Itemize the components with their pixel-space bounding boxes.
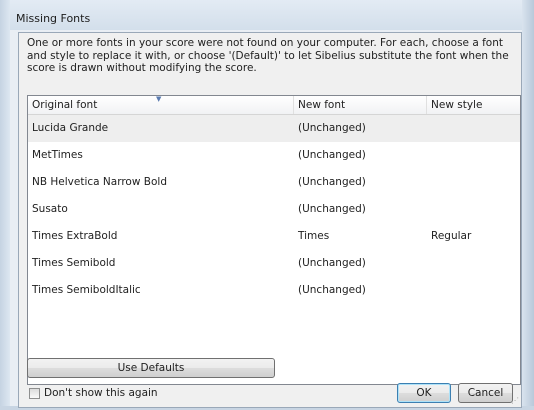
fonts-table[interactable]: Original font ▼ New font New style Lucid… [27, 95, 521, 385]
cell-new-style[interactable] [427, 169, 431, 196]
table-row[interactable]: Lucida Grande (Unchanged) [28, 115, 520, 142]
cell-new-font[interactable]: Times [294, 223, 329, 250]
cell-new-style[interactable] [427, 115, 431, 142]
cell-new-style[interactable] [427, 142, 431, 169]
dont-show-again-checkbox[interactable] [29, 388, 40, 399]
use-defaults-button[interactable]: Use Defaults [27, 358, 275, 378]
resize-grip-icon[interactable]: ⋰ [511, 397, 519, 405]
window-frame-right [522, 0, 534, 410]
sort-arrow-icon: ▼ [156, 95, 162, 103]
cell-new-font[interactable]: (Unchanged) [294, 115, 366, 142]
cell-original-font: Lucida Grande [32, 122, 109, 134]
table-row[interactable]: Susato (Unchanged) [28, 196, 520, 223]
cancel-button[interactable]: Cancel [458, 383, 513, 403]
table-header: Original font ▼ New font New style [28, 96, 520, 115]
cell-new-style[interactable]: Regular [427, 223, 471, 250]
cell-original-font: Times Semibold [32, 257, 116, 269]
cell-new-font[interactable]: (Unchanged) [294, 196, 366, 223]
table-row[interactable]: NB Helvetica Narrow Bold (Unchanged) [28, 169, 520, 196]
cell-original-font: Susato [32, 203, 68, 215]
cell-new-font[interactable]: (Unchanged) [294, 277, 366, 304]
window-title: Missing Fonts [16, 12, 91, 25]
table-row[interactable]: Times ExtraBold Times Regular [28, 223, 520, 250]
cell-original-font: Times ExtraBold [32, 230, 118, 242]
cell-new-style[interactable] [427, 196, 431, 223]
cell-new-font[interactable]: (Unchanged) [294, 142, 366, 169]
cell-original-font: MetTimes [32, 149, 83, 161]
column-header-new-font[interactable]: New font [294, 96, 427, 114]
cell-new-style[interactable] [427, 277, 431, 304]
table-row[interactable]: Times SemiboldItalic (Unchanged) [28, 277, 520, 304]
column-header-new-style[interactable]: New style [427, 96, 522, 114]
cell-new-font[interactable]: (Unchanged) [294, 169, 366, 196]
description-text: One or more fonts in your score were not… [27, 37, 509, 74]
cell-new-font[interactable]: (Unchanged) [294, 250, 366, 277]
title-bar[interactable]: Missing Fonts [10, 0, 522, 30]
table-row[interactable]: Times Semibold (Unchanged) [28, 250, 520, 277]
cell-new-style[interactable] [427, 250, 431, 277]
dont-show-again-label[interactable]: Don't show this again [44, 387, 158, 399]
table-row[interactable]: MetTimes (Unchanged) [28, 142, 520, 169]
window-frame-left [0, 0, 10, 410]
cell-original-font: Times SemiboldItalic [32, 284, 141, 296]
dialog-body: One or more fonts in your score were not… [18, 32, 522, 408]
ok-button[interactable]: OK [397, 383, 451, 403]
cell-original-font: NB Helvetica Narrow Bold [32, 176, 167, 188]
